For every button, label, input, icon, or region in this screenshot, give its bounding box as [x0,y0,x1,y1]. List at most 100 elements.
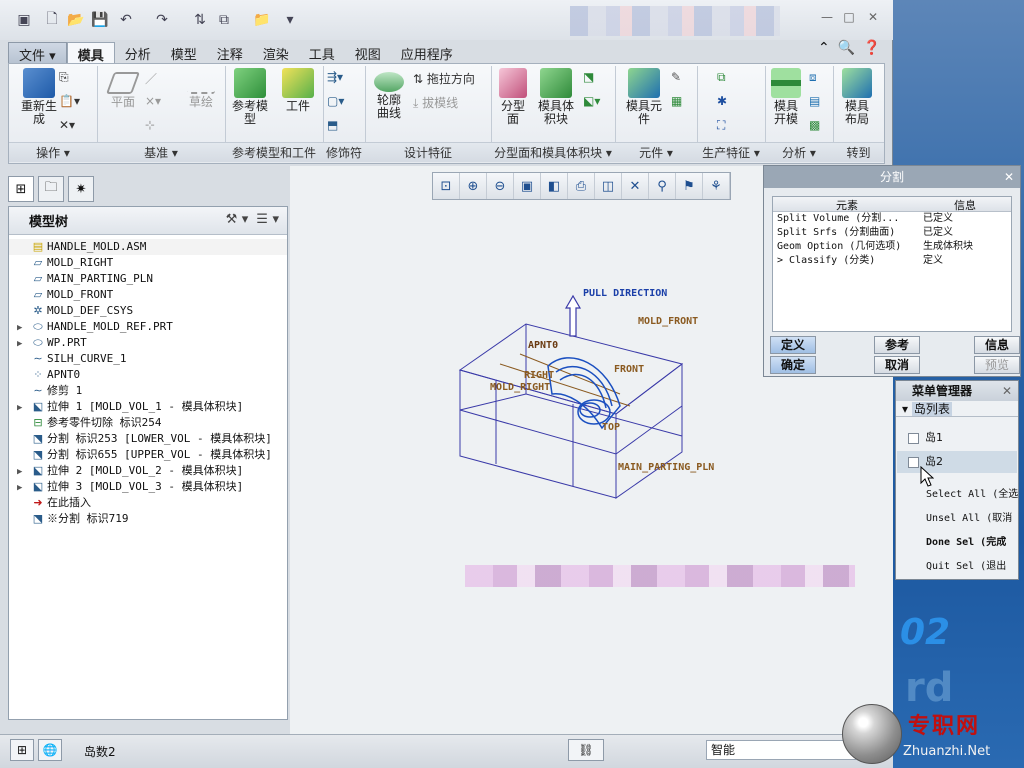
collapse-ribbon-icon[interactable]: ⌃ [818,40,830,56]
spin-center-icon[interactable]: ⚲ [649,173,676,199]
unselect-all-command[interactable]: Unsel All (取消 [926,509,1018,524]
redo-icon[interactable]: ↷ [152,10,172,30]
draft-line-button[interactable]: ⤓ 拔模线 [413,94,458,111]
tree-filter-icon[interactable]: ☰ ▾ [256,212,279,227]
tab-mold[interactable]: 模具 [66,42,115,64]
tree-item[interactable]: ⬔ ※分割 标识719 [9,511,287,527]
done-select-command[interactable]: Done Sel (完成 [926,533,1018,548]
shrink-icon[interactable]: ⇶▾ [327,70,343,84]
undo-icon[interactable]: ↶ [116,10,136,30]
tab-applications[interactable]: 应用程序 [391,42,463,64]
mold-volume-button[interactable]: 模具体 积块 [533,68,579,126]
parting-surface-button[interactable]: 分型 面 [495,68,531,126]
preview-button[interactable]: 预览 [974,356,1020,374]
ref-model-button[interactable]: 参考模 型 [227,68,273,126]
windows-icon[interactable]: ⧉ [214,10,234,30]
tab-tools[interactable]: 工具 [299,42,345,64]
split-volume-icon[interactable]: ⬕▾ [583,94,600,108]
island-1-checkbox[interactable] [908,432,919,444]
tree-item[interactable]: ▶ ⬕ 拉伸 2 [MOLD_VOL_2 - 模具体积块] [9,463,287,479]
tree-item[interactable]: ∼ SILH_CURVE_1 [9,351,287,367]
mold-open-button[interactable]: 模具 开模 [767,68,805,126]
select-all-command[interactable]: Select All (全选) [926,485,1018,500]
regenerate-button[interactable]: 重新生 成 [15,68,63,126]
repaint-icon[interactable]: ▣ [514,173,541,199]
help-icon[interactable]: ❓ [863,40,880,56]
axis-icon[interactable]: ／ [145,70,157,87]
tree-item[interactable]: ⬔ 分割 标识253 [LOWER_VOL - 模具体积块] [9,431,287,447]
appearance-icon[interactable]: ⚘ [703,173,730,199]
tree-expand-icon[interactable]: ▶ [17,336,29,352]
tab-model[interactable]: 模型 [161,42,207,64]
app-icon[interactable]: ▣ [14,10,34,30]
island-2-checkbox[interactable] [908,456,919,468]
close-icon[interactable]: ✕ [1004,166,1014,188]
folder-browser-tab-icon[interactable]: 🗀 [38,176,64,202]
datum-display-icon[interactable]: ✕ [622,173,649,199]
paste-icon[interactable]: 📋▾ [59,94,80,108]
mold-layout-button[interactable]: 模具 布局 [837,68,877,126]
split-element-row[interactable]: Geom Option (几何选项) 生成体积块 [773,240,1011,254]
define-button[interactable]: 定义 [770,336,816,354]
info-button[interactable]: 信息 [974,336,1020,354]
annotation-display-icon[interactable]: ⚑ [676,173,703,199]
refit-icon[interactable]: ⊡ [433,173,460,199]
model-tree-tab-icon[interactable]: ⊞ [8,176,34,202]
display-style-icon[interactable]: ◧ [541,173,568,199]
reference-button[interactable]: 参考 [874,336,920,354]
silhouette-button[interactable]: 轮廓 曲线 [369,72,409,120]
tree-item[interactable]: ▱ MAIN_PARTING_PLN [9,271,287,287]
tree-item[interactable]: ∼ 修剪 1 [9,383,287,399]
close-icon[interactable]: ✕ [1002,381,1012,401]
parting-check-icon[interactable]: ▩ [809,118,820,132]
component-tool-icon[interactable]: ✎ [671,70,681,84]
regenerate-icon[interactable]: ⇅ [190,10,210,30]
island-list-header[interactable]: ▾ 岛列表 [896,401,1018,417]
tree-item[interactable]: ▱ MOLD_RIGHT [9,255,287,271]
find-icon[interactable]: ⛓ [568,739,604,761]
split-element-row[interactable]: Split Srfs (分割曲面) 已定义 [773,226,1011,240]
draft-direction-button[interactable]: ⇅ 拖拉方向 [413,70,475,87]
tree-item[interactable]: ▱ MOLD_FRONT [9,287,287,303]
tab-file[interactable]: 文件 ▾ [8,42,67,64]
scale-icon[interactable]: ▢▾ [327,94,344,108]
view-manager-icon[interactable]: ◫ [595,173,622,199]
tree-item[interactable]: ▤ HANDLE_MOLD.ASM [9,239,287,255]
tree-settings-icon[interactable]: ⚒ ▾ [226,212,249,227]
group-production[interactable]: 生产特征 ▾ [697,142,765,162]
zoom-in-icon[interactable]: ⊕ [460,173,487,199]
tree-item[interactable]: ▶ ⬕ 拉伸 3 [MOLD_VOL_3 - 模具体积块] [9,479,287,495]
maximize-button[interactable]: □ [840,10,858,26]
tree-expand-icon[interactable]: ▶ [17,480,29,496]
runner-icon[interactable]: ⧉ [717,70,726,85]
tab-analysis[interactable]: 分析 [115,42,161,64]
waterline-icon[interactable]: ✱ [717,94,727,108]
ok-button[interactable]: 确定 [770,356,816,374]
folder-icon[interactable]: 📁 [252,10,272,30]
tree-item[interactable]: ▶ ⬭ WP.PRT [9,335,287,351]
plane-button[interactable]: 平面 [103,72,143,109]
delete-icon[interactable]: ✕▾ [59,118,75,132]
tree-item[interactable]: ✲ MOLD_DEF_CSYS [9,303,287,319]
thickness-check-icon[interactable]: ⧈ [809,70,817,85]
tree-expand-icon[interactable]: ▶ [17,320,29,336]
quit-select-command[interactable]: Quit Sel (退出 [926,557,1018,572]
tab-view[interactable]: 视图 [345,42,391,64]
mold-component-button[interactable]: 模具元 件 [619,68,669,126]
tab-annotate[interactable]: 注释 [207,42,253,64]
customize-icon[interactable]: ▾ [280,10,300,30]
new-icon[interactable]: 🗋 [42,10,62,30]
ejector-icon[interactable]: ⛶ [717,118,725,133]
extrude-icon[interactable]: ⬔ [583,70,594,84]
saved-views-icon[interactable]: ⎙ [568,173,595,199]
tree-item[interactable]: ⬔ 分割 标识655 [UPPER_VOL - 模具体积块] [9,447,287,463]
tree-item[interactable]: ➜ 在此插入 [9,495,287,511]
tree-item[interactable]: ⊟ 参考零件切除 标识254 [9,415,287,431]
group-components[interactable]: 元件 ▾ [615,142,697,162]
group-operations[interactable]: 操作 ▾ [9,142,97,162]
workpiece-button[interactable]: 工件 [275,68,321,113]
tree-item[interactable]: ⁘ APNT0 [9,367,287,383]
group-parting[interactable]: 分型面和模具体积块 ▾ [491,142,615,162]
search-icon[interactable]: 🔍 [838,40,855,56]
component-cast-icon[interactable]: ▦ [671,94,682,108]
